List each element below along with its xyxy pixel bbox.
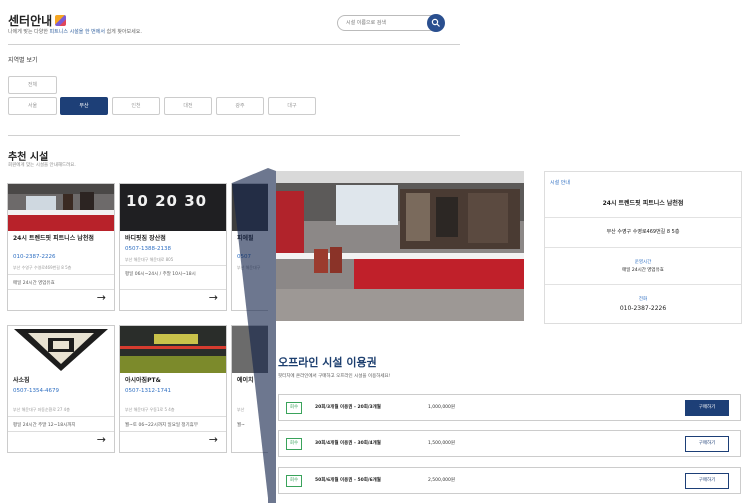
offline-title: 오프라인 시설 이용권 — [278, 356, 377, 369]
buy-button[interactable]: 구매하기 — [685, 436, 729, 452]
facility-name: 24시 트렌드핏 피트니스 남천점 — [13, 235, 94, 242]
facility-address: 부산 해운대구 해운대로 805 — [125, 257, 174, 262]
facility-phone: 0507-1312-1741 — [125, 388, 171, 394]
facility-address: 부산 — [237, 407, 245, 412]
card-divider — [8, 289, 114, 290]
ticket-tag: 회수 — [286, 438, 302, 450]
page-title-text: 센터안내 — [8, 14, 53, 28]
ticket-price: 1,000,000원 — [428, 405, 456, 410]
facility-logo — [8, 326, 114, 373]
region-button-2[interactable]: 부산 — [60, 97, 108, 115]
header-divider — [8, 44, 460, 45]
facility-photo: 10 20 30 — [120, 184, 226, 231]
facility-name: 피에필 — [237, 235, 254, 242]
region-button-4[interactable]: 대전 — [164, 97, 212, 115]
facility-hours: 월~ — [237, 423, 245, 428]
card-divider — [120, 289, 226, 290]
region-all-button[interactable]: 전체 — [8, 76, 57, 94]
arrow-right-icon[interactable]: → — [209, 433, 218, 446]
arrow-right-icon[interactable]: → — [209, 291, 218, 304]
facility-phone: 010-2387-2226 — [13, 254, 56, 260]
card-divider — [8, 274, 114, 275]
facility-address: 부산 해운대구 좌동순환로 27 4층 — [13, 407, 70, 412]
region-button-5[interactable]: 광주 — [216, 97, 264, 115]
info-hours: 매일 24시간 영업유효 — [622, 268, 664, 273]
recommended-title: 추천 시설 — [8, 152, 49, 163]
facility-hours: 평일 06시~24시 / 주말 10시~18시 — [125, 272, 196, 277]
facility-hours: 매일 24시간 영업유효 — [13, 281, 55, 286]
ticket-tag: 회수 — [286, 475, 302, 487]
ticket-name: 50회/6개월 이용권 - 50회/6개월 — [315, 478, 381, 483]
info-phone-label: 전화 — [638, 297, 648, 302]
buy-button[interactable]: 구매하기 — [685, 473, 729, 489]
buy-button[interactable]: 구매하기 — [685, 400, 729, 416]
facility-phone: 0507-1354-4679 — [13, 388, 59, 394]
ticket-price: 1,500,000원 — [428, 441, 456, 446]
facility-address: 부산 해운대구 — [237, 265, 261, 270]
subtitle-post: 쉽게 찾아보세요. — [106, 29, 142, 35]
ticket-name: 20회/3개월 이용권 - 20회/3개월 — [315, 405, 381, 410]
arrow-right-icon[interactable]: → — [97, 433, 106, 446]
ticket-name: 30회/4개월 이용권 - 30회/4개월 — [315, 441, 381, 446]
info-divider — [545, 217, 741, 218]
card-divider — [120, 431, 226, 432]
facility-name: 아시아짐PT& — [125, 377, 161, 384]
facility-detail-photo — [276, 171, 524, 321]
facility-card[interactable]: 10 20 30 바디핏짐 장산점 0507-1388-2138 부산 해운대구… — [119, 183, 227, 311]
region-button-3[interactable]: 인천 — [112, 97, 160, 115]
region-divider — [8, 135, 460, 136]
subtitle-highlight: 피트니스 시설을 한 번에서 — [49, 29, 105, 35]
page-title: 센터안내 — [8, 12, 67, 29]
ticket-row: 회수 30회/4개월 이용권 - 30회/4개월 1,500,000원 구매하기 — [278, 430, 741, 457]
card-divider — [120, 265, 226, 266]
search-input[interactable] — [346, 18, 421, 27]
region-button-1[interactable]: 서울 — [8, 97, 57, 115]
facility-phone: 0507 — [237, 254, 251, 260]
facility-card[interactable]: 24시 트렌드핏 피트니스 남천점 010-2387-2226 부산 수영구 수… — [7, 183, 115, 311]
facility-photo-text: 10 20 30 — [126, 192, 208, 210]
ticket-price: 2,500,000원 — [428, 478, 456, 483]
info-divider — [545, 247, 741, 248]
ticket-row: 회수 50회/6개월 이용권 - 50회/6개월 2,500,000원 구매하기 — [278, 467, 741, 494]
facility-photo — [120, 326, 226, 373]
recommended-subtitle: 회원에게 맞는 시설을 안내해드려요. — [8, 163, 76, 168]
region-label: 지역별 보기 — [8, 57, 38, 64]
facility-hours: 평일 24시간 주말 12~18시까지 — [13, 423, 76, 428]
info-phone: 010-2387-2226 — [619, 305, 667, 312]
facility-photo — [8, 184, 114, 231]
search-box — [337, 14, 445, 32]
info-category: 시설 안내 — [550, 180, 570, 186]
card-divider — [120, 416, 226, 417]
palette-icon — [55, 15, 67, 26]
facility-name: 바디핏짐 장산점 — [125, 235, 166, 242]
subtitle-pre: 나에게 맞는 다양한 — [8, 29, 48, 35]
search-button[interactable] — [427, 14, 445, 32]
facility-phone: 0507-1388-2138 — [125, 246, 171, 252]
info-divider — [545, 284, 741, 285]
facility-card[interactable]: 아시아짐PT& 0507-1312-1741 부산 해운대구 우동1로 5 4층… — [119, 325, 227, 453]
arrow-right-icon[interactable]: → — [97, 291, 106, 304]
facility-card[interactable]: 사소짐 0507-1354-4679 부산 해운대구 좌동순환로 27 4층 평… — [7, 325, 115, 453]
facility-address: 부산 수영구 수영로469번길 8 5층 — [13, 265, 72, 270]
facility-card[interactable]: 피에필 0507 부산 해운대구 — [231, 183, 271, 311]
ticket-row: 회수 20회/3개월 이용권 - 20회/3개월 1,000,000원 구매하기 — [278, 394, 741, 421]
facility-name: 사소짐 — [13, 377, 30, 384]
info-address: 부산 수영구 수영로469번길 8 5층 — [606, 229, 680, 235]
info-hours-label: 운영시간 — [634, 260, 652, 265]
facility-address: 부산 해운대구 우동1로 5 4층 — [125, 407, 175, 412]
page-subtitle: 나에게 맞는 다양한 피트니스 시설을 한 번에서 쉽게 찾아보세요. — [8, 28, 142, 35]
facility-photo — [232, 326, 270, 373]
ticket-tag: 회수 — [286, 402, 302, 414]
facility-card[interactable]: 에이치 부산 월~ — [231, 325, 271, 453]
facility-info-box: 시설 안내 24시 트렌드핏 피트니스 남천점 부산 수영구 수영로469번길 … — [544, 171, 742, 324]
info-facility-name: 24시 트렌드핏 피트니스 남천점 — [602, 200, 684, 207]
region-button-6[interactable]: 대구 — [268, 97, 316, 115]
offline-subtitle: 핏터치에 온라인에서 구매하고 오프라인 시설을 이용하세요! — [278, 374, 391, 379]
card-divider — [8, 431, 114, 432]
facility-hours: 월~토 06~22시까지 일요일 정기휴무 — [125, 423, 198, 428]
search-icon — [431, 18, 440, 27]
card-divider — [8, 416, 114, 417]
facility-photo — [232, 184, 270, 231]
facility-name: 에이치 — [237, 377, 254, 384]
